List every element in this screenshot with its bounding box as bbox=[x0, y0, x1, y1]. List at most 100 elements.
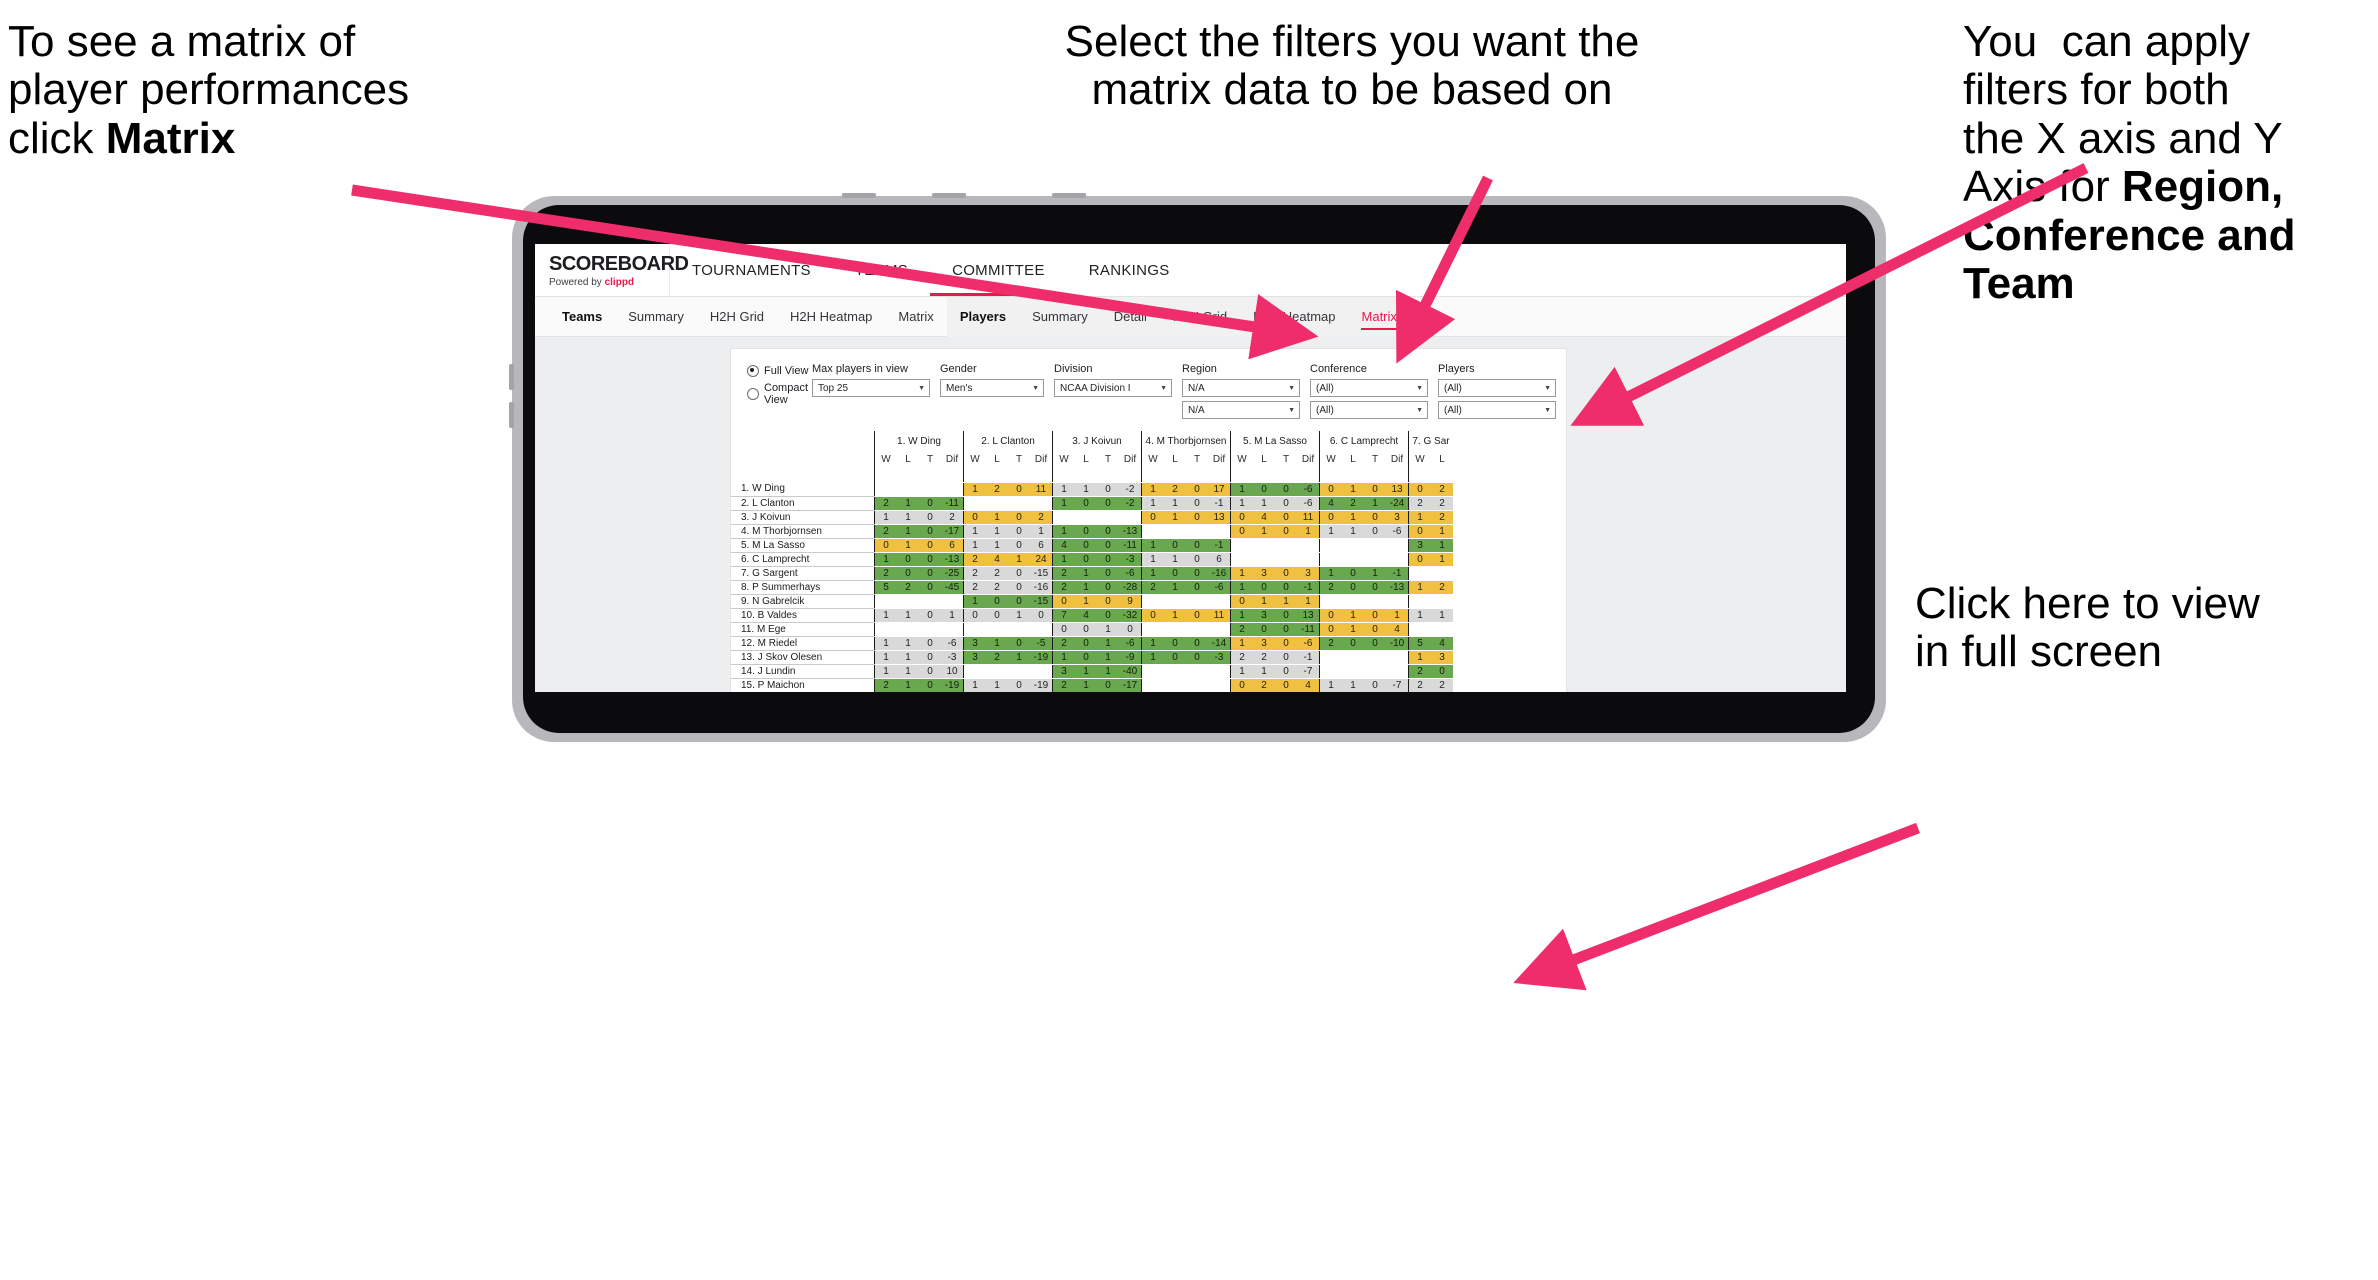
subnav-players-summary[interactable]: Summary bbox=[1019, 297, 1101, 337]
matrix-cell[interactable]: -6 bbox=[1119, 566, 1142, 581]
matrix-cell[interactable] bbox=[1208, 664, 1231, 679]
matrix-cell[interactable]: -6 bbox=[941, 636, 964, 651]
matrix-cell[interactable]: 1 bbox=[986, 678, 1008, 692]
matrix-cell[interactable]: 11 bbox=[1297, 510, 1320, 525]
matrix-cell[interactable]: 1 bbox=[1075, 678, 1097, 692]
matrix-cell[interactable]: 3 bbox=[1431, 650, 1453, 665]
subnav-teams-summary[interactable]: Summary bbox=[615, 297, 697, 337]
matrix-cell[interactable]: 0 bbox=[1075, 650, 1097, 665]
matrix-cell[interactable]: 2 bbox=[1052, 580, 1075, 595]
matrix-cell[interactable]: 1 bbox=[1164, 608, 1186, 623]
matrix-cell[interactable]: 0 bbox=[919, 566, 941, 581]
matrix-cell[interactable]: 0 bbox=[1075, 622, 1097, 637]
filter-gender-select[interactable]: Men's ▼ bbox=[940, 379, 1044, 397]
matrix-cell[interactable]: -3 bbox=[941, 650, 964, 665]
matrix-cell[interactable]: 1 bbox=[897, 524, 919, 539]
matrix-cell[interactable] bbox=[1386, 552, 1409, 567]
matrix-cell[interactable] bbox=[1253, 552, 1275, 567]
matrix-cell[interactable]: 4 bbox=[1431, 636, 1453, 651]
matrix-cell[interactable]: 0 bbox=[1141, 510, 1164, 525]
table-row[interactable]: 4. M Thorbjornsen 2 1 0 -17 1 1 0 1 1 0 0 -13 0 1 0 1 1 1 0… bbox=[731, 524, 1453, 539]
matrix-cell[interactable] bbox=[941, 594, 964, 609]
matrix-cell[interactable]: 13 bbox=[1297, 608, 1320, 623]
matrix-cell[interactable]: 1 bbox=[1075, 594, 1097, 609]
matrix-cell[interactable]: 0 bbox=[1186, 552, 1208, 567]
matrix-cell[interactable]: 0 bbox=[919, 636, 941, 651]
subnav-players-h2h-grid[interactable]: H2H Grid bbox=[1160, 297, 1240, 337]
matrix-cell[interactable] bbox=[986, 622, 1008, 637]
matrix-cell[interactable]: 0 bbox=[1364, 608, 1386, 623]
matrix-cell[interactable]: 2 bbox=[1408, 496, 1431, 511]
matrix-cell[interactable] bbox=[1164, 524, 1186, 539]
matrix-cell[interactable] bbox=[1342, 664, 1364, 679]
matrix-cell[interactable] bbox=[1141, 622, 1164, 637]
matrix-cell[interactable]: 1 bbox=[1164, 496, 1186, 511]
matrix-cell[interactable] bbox=[1364, 594, 1386, 609]
matrix-cell[interactable] bbox=[897, 482, 919, 497]
matrix-cell[interactable]: -19 bbox=[1030, 650, 1053, 665]
table-row[interactable]: 8. P Summerhays 5 2 0 -45 2 2 0 -16 2 1 0 -28 2 1 0 -6 1 0… bbox=[731, 580, 1453, 595]
filter-division-select[interactable]: NCAA Division I ▼ bbox=[1054, 379, 1172, 397]
matrix-cell[interactable]: 10 bbox=[941, 664, 964, 679]
matrix-cell[interactable]: -9 bbox=[1119, 650, 1142, 665]
matrix-cell[interactable]: 2 bbox=[874, 496, 897, 511]
subnav-players-detail[interactable]: Detail bbox=[1101, 297, 1160, 337]
matrix-cell[interactable]: -11 bbox=[1119, 538, 1142, 553]
matrix-cell[interactable] bbox=[1275, 552, 1297, 567]
matrix-cell[interactable]: -16 bbox=[1030, 580, 1053, 595]
matrix-cell[interactable]: 0 bbox=[897, 552, 919, 567]
matrix-cell[interactable] bbox=[1297, 538, 1320, 553]
table-row[interactable]: 3. J Koivun 1 1 0 2 0 1 0 2 0 1 0 13 0 4 0 11 0 1 0 3 1 2 bbox=[731, 510, 1453, 525]
filter-region-select-y[interactable]: N/A ▼ bbox=[1182, 401, 1300, 419]
matrix-cell[interactable]: -6 bbox=[1297, 496, 1320, 511]
matrix-cell[interactable]: -5 bbox=[1030, 636, 1053, 651]
matrix-cell[interactable]: 0 bbox=[1075, 538, 1097, 553]
matrix-cell[interactable]: -10 bbox=[1386, 636, 1409, 651]
matrix-cell[interactable]: 0 bbox=[897, 566, 919, 581]
matrix-cell[interactable] bbox=[874, 622, 897, 637]
matrix-cell[interactable]: 1 bbox=[963, 482, 986, 497]
matrix-cell[interactable]: 1 bbox=[1141, 566, 1164, 581]
radio-full-view[interactable]: Full View bbox=[747, 365, 812, 377]
matrix-cell[interactable]: 1 bbox=[1230, 580, 1253, 595]
matrix-cell[interactable]: 6 bbox=[1030, 538, 1053, 553]
matrix-cell[interactable]: 0 bbox=[1186, 580, 1208, 595]
matrix-cell[interactable]: 0 bbox=[1408, 482, 1431, 497]
brand-logo[interactable]: SCOREBOARD Powered by clippd bbox=[535, 244, 689, 296]
matrix-cell[interactable] bbox=[874, 594, 897, 609]
matrix-cell[interactable]: 1 bbox=[1141, 538, 1164, 553]
matrix-cell[interactable] bbox=[919, 594, 941, 609]
matrix-cell[interactable]: 11 bbox=[1208, 608, 1231, 623]
matrix-cell[interactable]: 1 bbox=[1431, 608, 1453, 623]
subnav-players-matrix[interactable]: Matrix bbox=[1349, 297, 1410, 337]
matrix-cell[interactable]: 0 bbox=[1408, 552, 1431, 567]
matrix-cell[interactable]: -6 bbox=[1119, 636, 1142, 651]
matrix-cell[interactable]: 3 bbox=[1386, 510, 1409, 525]
matrix-cell[interactable] bbox=[1164, 664, 1186, 679]
matrix-cell[interactable] bbox=[1342, 552, 1364, 567]
matrix-cell[interactable]: 0 bbox=[1186, 510, 1208, 525]
matrix-cell[interactable]: 0 bbox=[1186, 538, 1208, 553]
table-row[interactable]: 5. M La Sasso 0 1 0 6 1 1 0 6 4 0 0 -11 1 0 0 -1 3 1 bbox=[731, 538, 1453, 553]
matrix-cell[interactable]: -15 bbox=[1030, 566, 1053, 581]
matrix-cell[interactable]: 1 bbox=[1052, 496, 1075, 511]
matrix-cell[interactable] bbox=[1008, 496, 1030, 511]
matrix-cell[interactable] bbox=[1208, 678, 1231, 692]
matrix-cell[interactable]: 24 bbox=[1030, 552, 1053, 567]
matrix-cell[interactable] bbox=[1208, 622, 1231, 637]
matrix-cell[interactable]: 0 bbox=[1319, 608, 1342, 623]
matrix-cell[interactable]: 2 bbox=[874, 566, 897, 581]
matrix-cell[interactable]: 2 bbox=[1052, 678, 1075, 692]
matrix-cell[interactable]: -16 bbox=[1208, 566, 1231, 581]
matrix-cell[interactable]: 1 bbox=[1230, 566, 1253, 581]
matrix-cell[interactable]: 3 bbox=[963, 636, 986, 651]
matrix-cell[interactable]: -17 bbox=[941, 524, 964, 539]
subnav-players-header[interactable]: Players bbox=[947, 297, 1019, 337]
matrix-cell[interactable]: 7 bbox=[1052, 608, 1075, 623]
matrix-cell[interactable]: -1 bbox=[1386, 566, 1409, 581]
filter-players-select-y[interactable]: (All) ▼ bbox=[1438, 401, 1556, 419]
matrix-cell[interactable]: 0 bbox=[986, 594, 1008, 609]
matrix-cell[interactable]: 0 bbox=[1275, 650, 1297, 665]
matrix-cell[interactable]: 2 bbox=[1431, 510, 1453, 525]
matrix-cell[interactable]: 2 bbox=[874, 524, 897, 539]
